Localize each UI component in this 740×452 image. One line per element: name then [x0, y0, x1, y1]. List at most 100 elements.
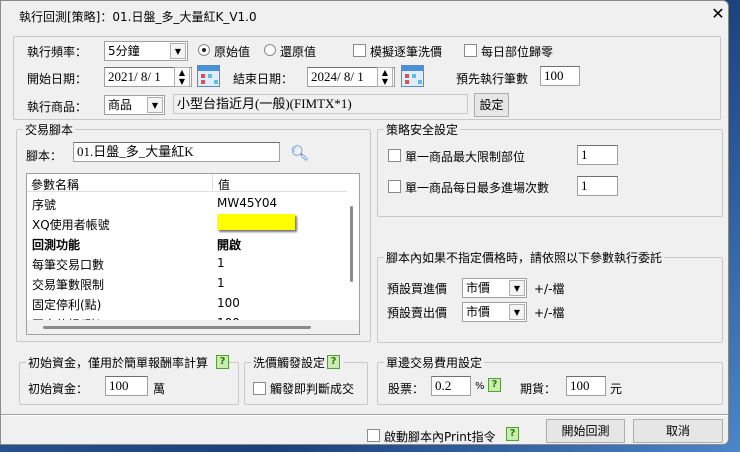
help-icon[interactable]: ?: [327, 355, 340, 369]
safety-legend: 策略安全設定: [384, 121, 461, 138]
radio-restore[interactable]: [264, 44, 276, 56]
sell-price-value: 市價: [466, 305, 491, 319]
daily-reset-label: 每日部位歸零: [481, 45, 554, 59]
end-date-spinner[interactable]: ▲ ▼: [377, 67, 393, 87]
product-field: 小型台指近月(一般)(FIMTX*1): [173, 94, 468, 114]
script-legend: 交易腳本: [23, 121, 76, 138]
capital-unit: 萬: [153, 382, 166, 396]
freq-value: 5分鐘: [108, 44, 140, 58]
product-type-value: 商品: [108, 98, 133, 112]
radio-restore-label: 還原值: [280, 45, 317, 59]
start-date-spinner[interactable]: ▲ ▼: [174, 67, 190, 87]
start-date-label: 開始日期：: [27, 72, 88, 86]
order-group: 腳本內如果不指定價格時，請依照以下參數執行委託: [377, 249, 723, 343]
chevron-down-icon: ▼: [147, 97, 163, 113]
print-label: 啟動腳本內Print指令: [384, 430, 496, 444]
chevron-down-icon: ▼: [170, 43, 186, 59]
start-backtest-button[interactable]: 開始回測: [546, 419, 625, 443]
max-position-input[interactable]: 1: [577, 145, 618, 165]
param-value: MW45Y04: [217, 196, 278, 210]
futures-fee-unit: 元: [610, 382, 623, 396]
param-name: 序號: [32, 198, 57, 212]
prerun-input[interactable]: 100: [540, 66, 580, 86]
calendar-icon[interactable]: [197, 65, 220, 87]
set-product-button[interactable]: 設定: [474, 93, 509, 117]
table-row[interactable]: 每筆交易口數 1: [27, 253, 347, 273]
table-row[interactable]: XQ使用者帳號: [27, 213, 347, 233]
radio-original-label: 原始值: [214, 45, 251, 59]
percent-label: %: [475, 381, 485, 392]
sell-tick-label: +/-檔: [534, 306, 565, 320]
script-label: 腳本：: [26, 149, 63, 163]
buy-price-select[interactable]: 市價 ▼: [462, 278, 527, 298]
fee-legend: 單邊交易費用設定: [384, 354, 485, 371]
capital-input[interactable]: 100: [105, 376, 148, 396]
radio-original[interactable]: [198, 44, 210, 56]
cancel-button[interactable]: 取消: [633, 419, 723, 443]
table-row[interactable]: 回測功能 開啟: [27, 233, 347, 253]
help-icon[interactable]: ?: [216, 355, 229, 369]
stock-fee-input[interactable]: 0.2: [431, 376, 471, 396]
column-header-value[interactable]: 值: [214, 174, 347, 192]
simulate-tick-label: 模擬逐筆洗價: [370, 45, 443, 59]
horizontal-scrollbar[interactable]: [27, 320, 359, 334]
print-checkbox[interactable]: [367, 429, 380, 442]
order-legend: 腳本內如果不指定價格時，請依照以下參數執行委託: [384, 249, 665, 266]
calendar-icon[interactable]: [401, 65, 424, 87]
search-icon[interactable]: 🔍︎: [290, 144, 309, 162]
freq-label: 執行頻率：: [27, 45, 88, 59]
freq-select[interactable]: 5分鐘 ▼: [104, 41, 188, 61]
prerun-label: 預先執行筆數: [456, 72, 529, 86]
futures-fee-input[interactable]: 100: [566, 376, 606, 396]
end-date-label: 結束日期：: [233, 72, 294, 86]
max-entries-label: 單一商品每日最多進場次數: [405, 181, 550, 195]
futures-fee-label: 期貨：: [520, 382, 557, 396]
sell-price-select[interactable]: 市價 ▼: [462, 302, 527, 322]
window-title: 執行回測[策略]：01.日盤_多_大量紅K_V1.0: [19, 10, 257, 24]
param-value: 100: [217, 296, 240, 310]
scrollbar-thumb[interactable]: [350, 206, 353, 282]
close-button[interactable]: ✕: [709, 4, 727, 23]
chevron-down-icon: ▼: [509, 304, 525, 320]
param-name: XQ使用者帳號: [32, 218, 110, 232]
column-header-name[interactable]: 參數名稱: [27, 174, 213, 192]
vertical-scrollbar[interactable]: [345, 192, 359, 320]
max-entries-checkbox[interactable]: [388, 180, 401, 193]
buy-tick-label: +/-檔: [534, 282, 565, 296]
daily-reset-checkbox[interactable]: [464, 44, 477, 57]
buy-price-value: 市價: [466, 281, 491, 295]
param-value: 1: [217, 256, 225, 270]
backtest-dialog: 執行回測[策略]：01.日盤_多_大量紅K_V1.0 ✕ 執行頻率： 5分鐘 ▼ …: [0, 0, 729, 445]
table-row[interactable]: 固定停利(點) 100: [27, 293, 347, 313]
max-position-label: 單一商品最大限制部位: [405, 150, 526, 164]
product-label: 執行商品：: [27, 100, 88, 114]
capital-legend: 初始資金，僅用於簡單報酬率計算: [26, 354, 227, 371]
param-value: 1: [217, 276, 225, 290]
product-type-select[interactable]: 商品 ▼: [104, 95, 165, 115]
trigger-checkbox[interactable]: [253, 382, 266, 395]
stock-fee-label: 股票：: [388, 382, 425, 396]
trigger-label: 觸發即判斷成交: [270, 382, 355, 396]
capital-label: 初始資金：: [28, 382, 89, 396]
param-name: 固定停利(點): [32, 298, 102, 312]
simulate-tick-checkbox[interactable]: [353, 44, 366, 57]
sell-label: 預設賣出價: [387, 306, 448, 320]
safety-group: 策略安全設定: [377, 121, 723, 217]
table-row[interactable]: 交易筆數限制 1: [27, 273, 347, 293]
param-name: 回測功能: [32, 238, 81, 252]
max-position-checkbox[interactable]: [388, 149, 401, 162]
param-value: 開啟: [217, 238, 242, 252]
chevron-down-icon: ▼: [509, 280, 525, 296]
param-name: 交易筆數限制: [32, 278, 105, 292]
divider: [1, 414, 728, 416]
parameter-table[interactable]: 參數名稱 值 序號 MW45Y04 XQ使用者帳號 回測功能 開啟 每筆交易口數 1 …: [26, 173, 360, 335]
scrollbar-thumb[interactable]: [43, 326, 311, 329]
help-icon[interactable]: ?: [506, 427, 519, 441]
help-icon[interactable]: ?: [488, 378, 501, 392]
table-row[interactable]: 序號 MW45Y04: [27, 193, 347, 213]
buy-label: 預設買進價: [387, 282, 448, 296]
param-value-highlight: [217, 214, 295, 230]
script-input[interactable]: 01.日盤_多_大量紅K: [73, 142, 280, 162]
param-name: 每筆交易口數: [32, 258, 105, 272]
max-entries-input[interactable]: 1: [577, 176, 618, 196]
